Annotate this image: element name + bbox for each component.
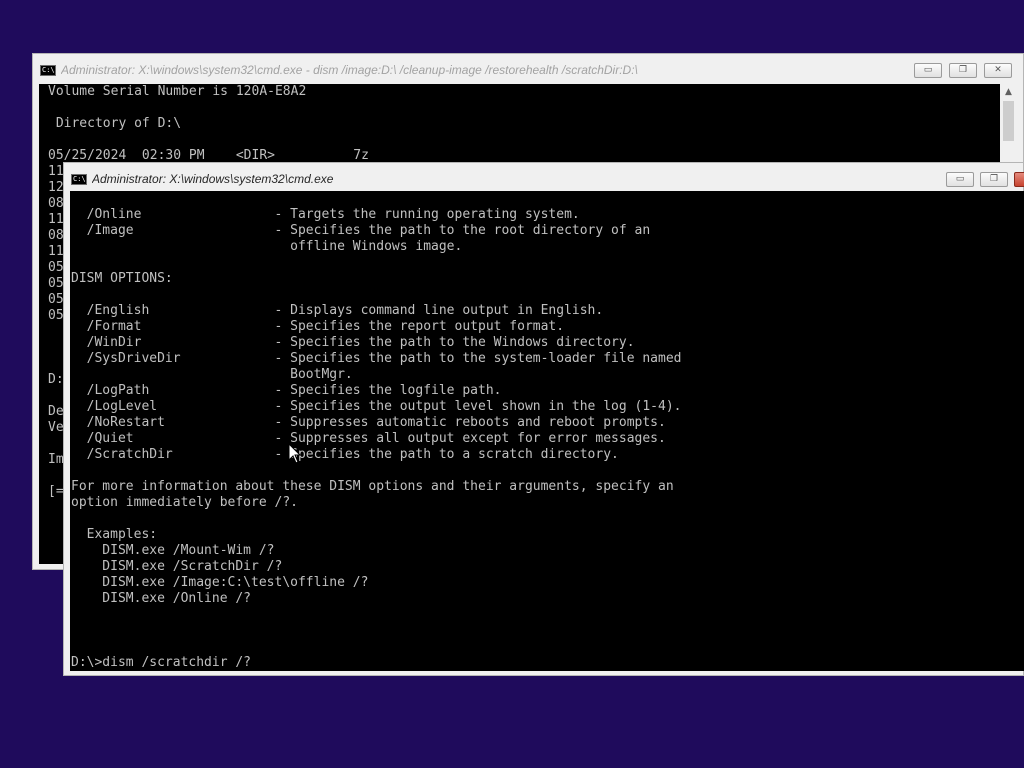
close-icon: ✕ [1015,173,1024,186]
scroll-up-arrow-icon[interactable]: ▲ [1000,84,1017,101]
back-minimize-button[interactable]: ▭ [914,63,942,78]
console-line: /ScratchDir - Specifies the path to a sc… [71,447,619,462]
back-maximize-button[interactable]: ❐ [949,63,977,78]
back-close-button[interactable]: ✕ [984,63,1012,78]
console-line: DISM.exe /Mount-Wim /? [71,543,275,558]
front-cmd-window[interactable]: C:\. Administrator: X:\windows\system32\… [63,162,1024,676]
back-window-titlebar[interactable]: C:\. Administrator: X:\windows\system32\… [33,54,1023,84]
back-window-title: Administrator: X:\windows\system32\cmd.e… [61,63,638,77]
console-line: /Format - Specifies the report output fo… [71,319,565,334]
console-line: /LogPath - Specifies the logfile path. [71,383,502,398]
close-icon: ✕ [994,65,1002,75]
console-line: Examples: [71,527,158,542]
console-line: /NoRestart - Suppresses automatic reboot… [71,415,666,430]
console-line: option immediately before /?. [71,495,298,510]
console-line: BootMgr. [71,367,353,382]
mouse-pointer-icon [288,443,302,464]
console-line: /Image - Specifies the path to the root … [71,223,651,238]
console-line: For more information about these DISM op… [71,479,674,494]
console-line: DISM OPTIONS: [71,271,173,286]
cmd-icon: C:\. [71,174,87,185]
console-line: DISM.exe /ScratchDir /? [71,559,283,574]
console-line: /WinDir - Specifies the path to the Wind… [71,335,635,350]
minimize-icon: ▭ [923,65,933,75]
front-window-titlebar[interactable]: C:\. Administrator: X:\windows\system32\… [64,163,1024,193]
console-line: Directory of D:\ [48,116,182,131]
console-line: D:\>dism /scratchdir /? [71,655,252,670]
console-line: /SysDriveDir - Specifies the path to the… [71,351,682,366]
front-maximize-button[interactable]: ❐ [980,172,1008,187]
front-console-text: /Online - Targets the running operating … [70,191,1024,671]
maximize-icon: ❐ [958,65,968,75]
console-line: /LogLevel - Specifies the output level s… [71,399,682,414]
front-minimize-button[interactable]: ▭ [946,172,974,187]
front-window-title: Administrator: X:\windows\system32\cmd.e… [92,172,334,186]
front-close-button[interactable]: ✕ [1014,172,1024,187]
cmd-icon: C:\. [40,65,56,76]
console-line: offline Windows image. [71,239,463,254]
console-line: DISM.exe /Online /? [71,591,252,606]
console-line: /English - Displays command line output … [71,303,604,318]
minimize-icon: ▭ [955,174,965,184]
maximize-icon: ❐ [989,174,999,184]
console-line: /Online - Targets the running operating … [71,207,580,222]
scroll-thumb[interactable] [1003,101,1014,141]
front-console-output[interactable]: /Online - Targets the running operating … [70,191,1024,671]
console-line: 05/25/2024 02:30 PM <DIR> 7z [48,148,369,163]
console-line: DISM.exe /Image:C:\test\offline /? [71,575,369,590]
console-line: Volume Serial Number is 120A-E8A2 [48,84,307,99]
console-line: /Quiet - Suppresses all output except fo… [71,431,666,446]
